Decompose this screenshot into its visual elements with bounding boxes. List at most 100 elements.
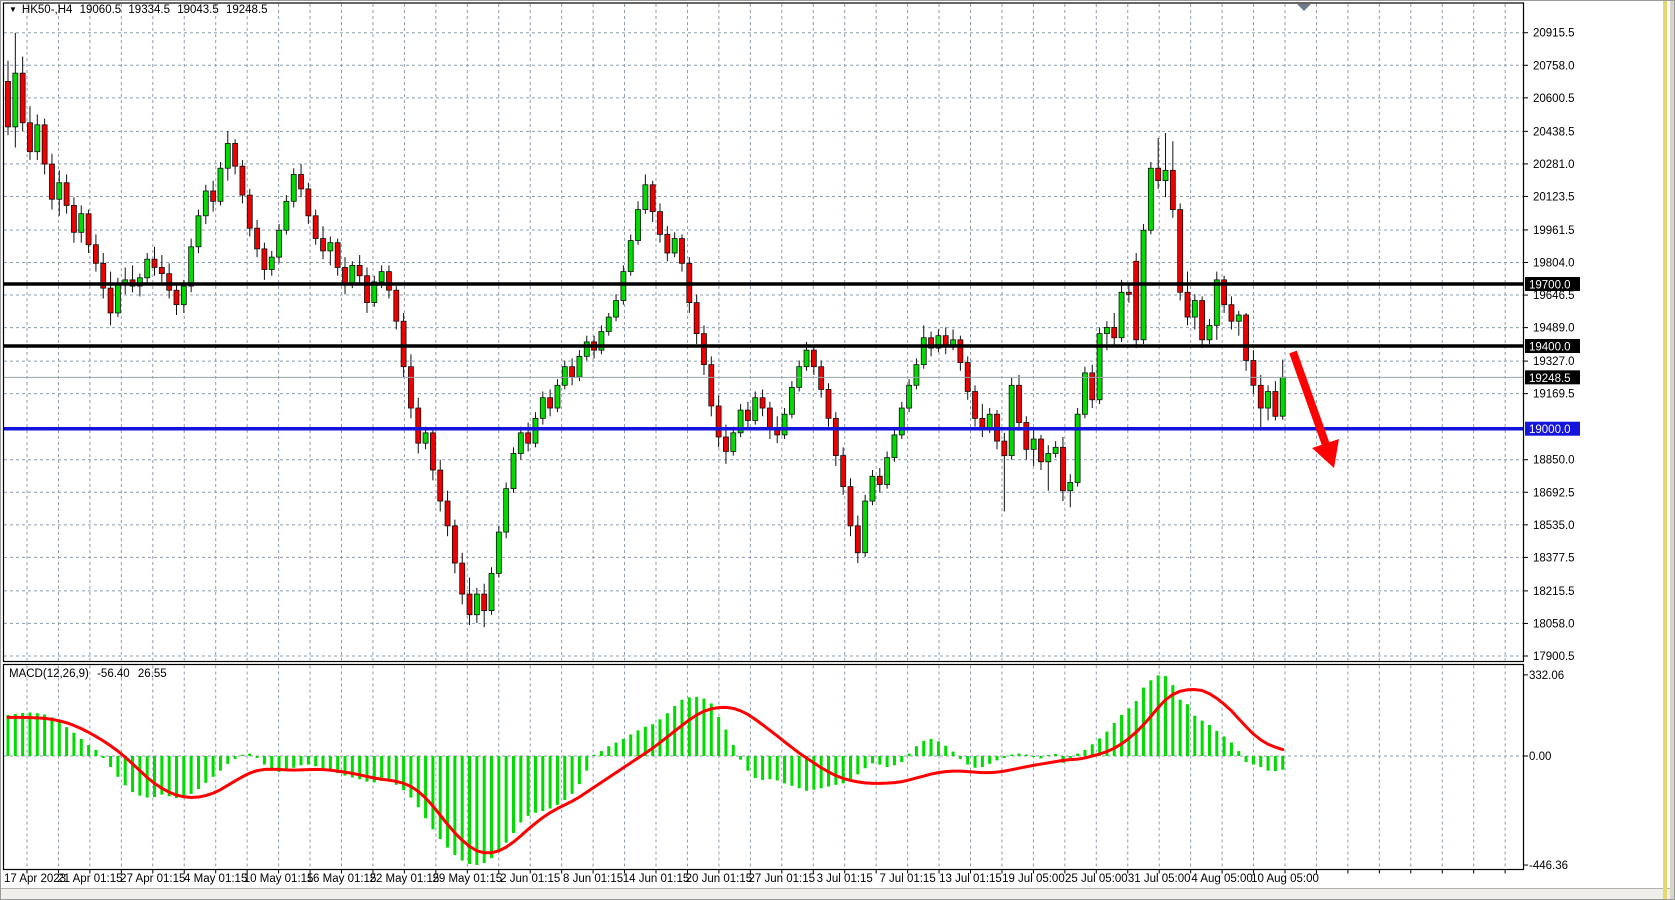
candle-up: [1068, 482, 1073, 490]
price-axis-label[interactable]: 20281.0: [1533, 159, 1575, 171]
macd-axis-label[interactable]: 332.06: [1529, 670, 1564, 682]
price-axis-label[interactable]: 20758.0: [1533, 60, 1575, 72]
candle-up: [196, 216, 201, 247]
date-axis-label[interactable]: 3 Jul 01:15: [817, 873, 873, 885]
macd-histogram-bar: [739, 756, 742, 760]
candle-down: [299, 174, 304, 188]
macd-histogram-bar: [1083, 750, 1086, 756]
macd-histogram-bar: [878, 756, 881, 765]
candle-up: [562, 367, 567, 386]
candle-up: [181, 286, 186, 305]
date-axis-label[interactable]: 25 Jul 05:00: [1065, 873, 1128, 885]
macd-axis-label[interactable]: -446.36: [1529, 860, 1568, 872]
price-axis-label[interactable]: 19169.5: [1533, 389, 1575, 401]
candle-up: [277, 230, 282, 257]
date-axis-label[interactable]: 21 Apr 01:15: [57, 873, 122, 885]
price-axis-label[interactable]: 19804.0: [1533, 258, 1575, 270]
macd-histogram-bar: [1047, 755, 1050, 756]
macd-histogram-bar: [541, 756, 544, 811]
date-axis-label[interactable]: 16 May 01:15: [307, 873, 377, 885]
date-axis-label[interactable]: 14 Jun 01:15: [623, 873, 690, 885]
price-axis-label[interactable]: 17900.5: [1533, 651, 1575, 663]
candle-up: [606, 317, 611, 331]
symbol-dropdown-icon[interactable]: ▼: [9, 5, 17, 14]
candle-up: [731, 433, 736, 452]
macd-histogram-bar: [651, 724, 654, 756]
candle-down: [93, 245, 98, 264]
price-axis-label[interactable]: 19327.0: [1533, 356, 1575, 368]
macd-histogram-bar: [981, 756, 984, 767]
candle-up: [328, 243, 333, 251]
macd-histogram-bar: [900, 756, 903, 762]
macd-histogram-bar: [1113, 723, 1116, 756]
price-axis-label[interactable]: 18215.5: [1533, 586, 1575, 598]
candle-down: [1251, 360, 1256, 385]
price-axis-label[interactable]: 18535.0: [1533, 520, 1575, 532]
date-axis-label[interactable]: 10 May 01:15: [244, 873, 314, 885]
price-axis-label[interactable]: 20600.5: [1533, 93, 1575, 105]
macd-histogram-bar: [43, 714, 46, 756]
price-axis-label[interactable]: 18377.5: [1533, 552, 1575, 564]
macd-histogram-bar: [1164, 676, 1167, 756]
macd-histogram-bar: [417, 756, 420, 807]
price-axis-label[interactable]: 20438.5: [1533, 126, 1575, 138]
price-axis-label[interactable]: 20915.5: [1533, 28, 1575, 40]
candle-down: [819, 367, 824, 390]
price-axis-label[interactable]: 19961.5: [1533, 225, 1575, 237]
date-axis-label[interactable]: 27 Jun 01:15: [749, 873, 816, 885]
macd-signal-value: 26.55: [138, 668, 167, 680]
candle-down: [1178, 210, 1183, 293]
macd-histogram-bar: [915, 746, 918, 756]
candle-down: [1112, 327, 1117, 337]
date-axis-label[interactable]: 4 May 01:15: [184, 873, 247, 885]
candle-up: [870, 476, 875, 501]
chart-canvas[interactable]: 20915.5 20758.0 20600.5 20438.5 20281.0 20123…: [1, 1, 1675, 900]
date-axis-label[interactable]: 7 Jul 01:15: [879, 873, 935, 885]
candle-down: [1134, 261, 1139, 340]
price-axis-label[interactable]: 18692.5: [1533, 487, 1575, 499]
date-axis-label[interactable]: 20 Jun 01:15: [686, 873, 753, 885]
date-axis-label[interactable]: 19 Jul 05:00: [1002, 873, 1065, 885]
date-axis-label[interactable]: 29 May 01:15: [432, 873, 502, 885]
date-axis-label[interactable]: 31 Jul 05:00: [1128, 873, 1191, 885]
candle-down: [723, 437, 728, 451]
candle-down: [1200, 301, 1205, 340]
candle-down: [548, 398, 553, 408]
macd-histogram-bar: [1069, 756, 1072, 758]
price-axis-label[interactable]: 18850.0: [1533, 455, 1575, 467]
candle-down: [42, 125, 47, 164]
macd-histogram-bar: [944, 746, 947, 756]
date-axis-label[interactable]: 8 Jun 01:15: [563, 873, 623, 885]
date-axis-label[interactable]: 10 Aug 05:00: [1251, 873, 1319, 885]
macd-histogram-bar: [805, 756, 808, 791]
candle-up: [782, 414, 787, 435]
macd-histogram-bar: [556, 756, 559, 805]
candle-up: [379, 272, 384, 282]
macd-histogram-bar: [219, 756, 222, 771]
macd-histogram-bar: [87, 745, 90, 756]
macd-histogram-bar: [1010, 755, 1013, 756]
candle-down: [760, 398, 765, 408]
macd-histogram-bar: [578, 756, 581, 784]
macd-histogram-bar: [182, 756, 185, 797]
date-axis-label[interactable]: 2 Jun 01:15: [500, 873, 560, 885]
price-axis-label[interactable]: 18058.0: [1533, 618, 1575, 630]
price-axis-label[interactable]: 19489.0: [1533, 323, 1575, 335]
price-axis-label[interactable]: 20123.5: [1533, 191, 1575, 203]
date-axis-label[interactable]: 22 May 01:15: [370, 873, 440, 885]
candle-up: [291, 174, 296, 201]
price-axis-label[interactable]: 19646.5: [1533, 290, 1575, 302]
macd-histogram-bar: [1201, 721, 1204, 756]
chart-shift-marker-icon[interactable]: [1297, 4, 1311, 11]
date-axis-label[interactable]: 4 Aug 05:00: [1191, 873, 1252, 885]
candle-down: [877, 476, 882, 484]
macd-axis-label[interactable]: 0.00: [1529, 751, 1551, 763]
trend-arrow-shaft[interactable]: [1293, 352, 1326, 445]
candle-down: [1060, 447, 1065, 490]
candle-down: [6, 81, 11, 126]
date-axis-label[interactable]: 27 Apr 01:15: [120, 873, 185, 885]
candle-up: [533, 418, 538, 443]
date-axis-label[interactable]: 13 Jul 01:15: [939, 873, 1002, 885]
macd-histogram-bar: [248, 754, 251, 756]
candle-up: [577, 356, 582, 377]
